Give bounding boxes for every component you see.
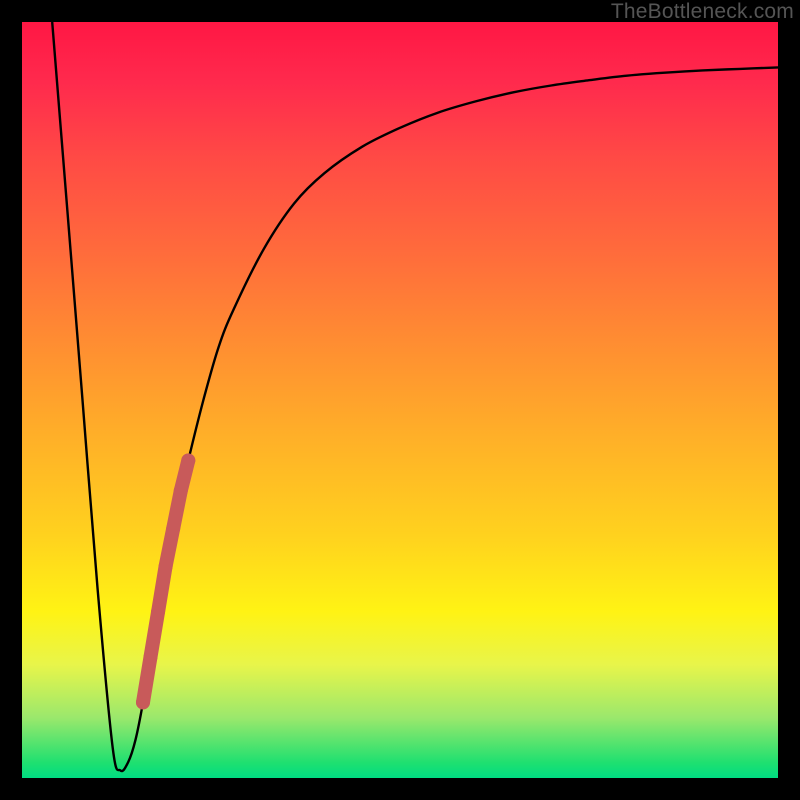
bottleneck-curve-path	[52, 22, 778, 771]
chart-plot-area	[22, 22, 778, 778]
chart-frame: TheBottleneck.com	[0, 0, 800, 800]
chart-svg	[22, 22, 778, 778]
watermark-label: TheBottleneck.com	[611, 0, 794, 24]
